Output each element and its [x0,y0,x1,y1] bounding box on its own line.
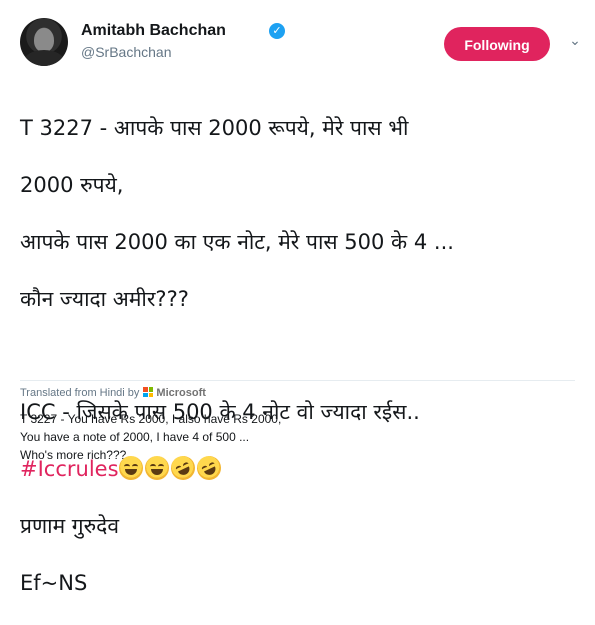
translation-prefix: Translated from Hindi by [20,387,140,399]
tweet-line: प्रणाम गुरुदेव [20,513,120,538]
display-name[interactable]: Amitabh Bachchan [81,22,226,40]
tweet-header: Amitabh Bachchan ✓ @SrBachchan Following… [20,18,585,68]
tweet-line: T 3227 - आपके पास 2000 रूपये, मेरे पास भ… [20,116,409,141]
translation-attribution: Translated from Hindi by Microsoft [20,387,206,399]
avatar-face [34,28,54,52]
tweet-line: आपके पास 2000 का एक नोट, मेरे पास 500 के… [20,230,454,255]
following-button[interactable]: Following [444,27,550,61]
user-handle[interactable]: @SrBachchan [81,44,171,60]
microsoft-logo-icon [143,387,154,397]
translated-line: Who's more rich??? [20,448,127,462]
tweet-line: Ef~NS [20,570,88,595]
tweet-line: 2000 रुपये, [20,173,124,198]
chevron-down-icon[interactable]: ⌄ [568,34,582,48]
tweet-line: कौन ज्यादा अमीर??? [20,286,189,311]
translated-text: T 3227 - You have Rs 2000, I also have R… [20,410,575,464]
avatar[interactable] [20,18,68,66]
tweet-text: T 3227 - आपके पास 2000 रूपये, मेरे पास भ… [20,86,580,625]
avatar-shoulders [24,50,64,66]
translated-line: You have a note of 2000, I have 4 of 500… [20,430,250,444]
translation-provider[interactable]: Microsoft [156,387,206,399]
translated-line: T 3227 - You have Rs 2000, I also have R… [20,412,282,426]
verified-badge-icon: ✓ [269,23,285,39]
divider [20,380,575,381]
